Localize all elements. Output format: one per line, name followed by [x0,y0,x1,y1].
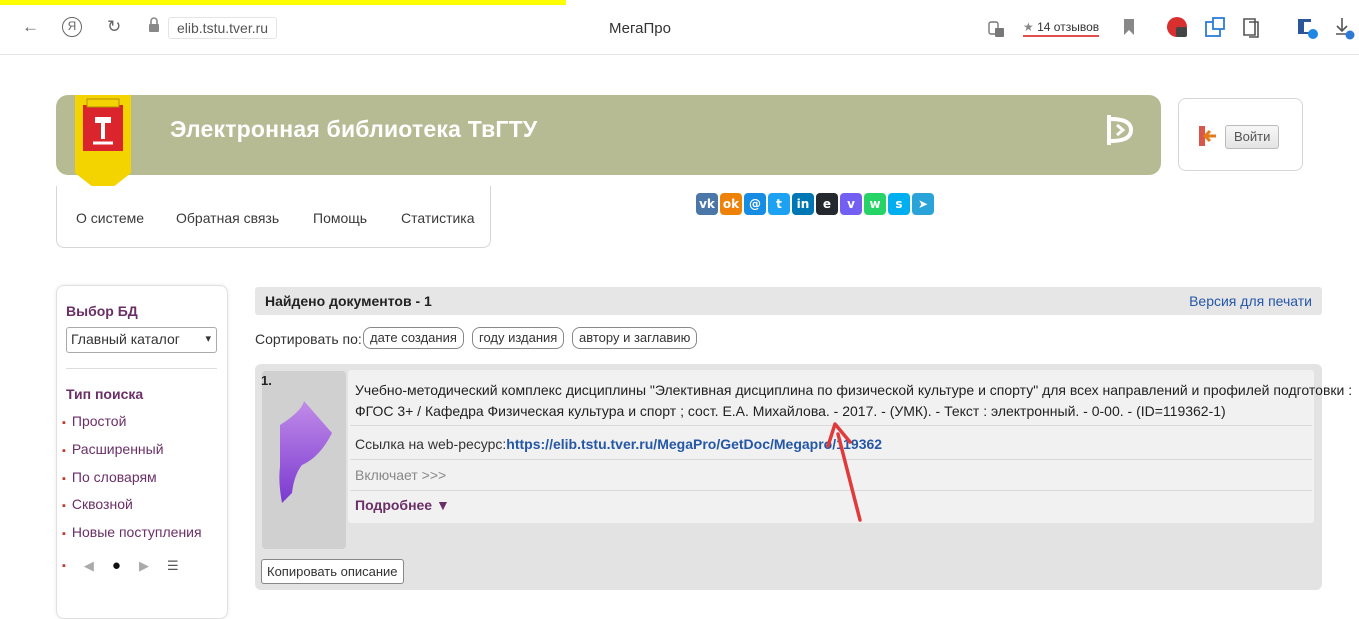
bullet-icon: ▪ [62,445,66,457]
search-type-advanced[interactable]: ▪ Расширенный [62,441,164,457]
reload-icon[interactable]: ↻ [107,17,121,37]
camera-permission-icon[interactable] [987,18,1005,43]
includes-toggle[interactable]: Включает >>> [355,467,446,483]
nav-feedback[interactable]: Обратная связь [176,210,279,226]
link-label: Ссылка на web-ресурс: [355,436,507,452]
document-arrow-icon [279,401,332,503]
search-type-label: По словарям [71,469,157,485]
nav-help[interactable]: Помощь [313,210,367,226]
extension-screenshot-icon[interactable] [1204,16,1226,43]
bullet-icon: ▪ [62,473,66,485]
search-type-label: Новые поступления [71,524,202,540]
site-title[interactable]: Электронная библиотека ТвГТУ [170,116,537,143]
print-version-link[interactable]: Версия для печати [1189,293,1312,309]
viber-icon[interactable]: v [840,193,862,215]
result-description-line2: ФГОС 3+ / Кафедра Физическая культура и … [355,403,1226,419]
more-details-toggle[interactable]: Подробнее ▼ [355,497,450,513]
bullet-icon: ▪ [62,528,66,540]
search-type-dictionaries[interactable]: ▪ По словарям [62,469,157,485]
sidebar-pager: ▪ ◀ ● ▶ ☰ [62,557,179,574]
browser-toolbar: ← Я ↻ elib.tstu.tver.ru МегаПро ★ 14 отз… [0,5,1359,55]
telegram-icon[interactable]: ➤ [912,193,934,215]
extension-adblock-icon[interactable] [1166,16,1188,43]
menu-icon[interactable]: ☰ [167,558,179,574]
search-type-simple[interactable]: ▪ Простой [62,413,126,429]
skype-icon[interactable]: s [888,193,910,215]
social-share-bar: vk ok @ t in e v w s ➤ [696,193,934,215]
annotation-arrow [826,422,862,522]
sort-by-author-button[interactable]: автору и заглавию [572,327,698,349]
reviews-link[interactable]: ★ 14 отзывов [1023,20,1100,37]
back-icon[interactable]: ← [22,17,39,37]
sort-by-year-button[interactable]: году издания [472,327,565,349]
extension-word-icon[interactable] [1296,16,1320,45]
sort-label: Сортировать по: [255,331,362,347]
megapro-logo-icon [1107,115,1134,145]
linkedin-icon[interactable]: in [792,193,814,215]
address-text: elib.tstu.tver.ru [177,20,269,36]
search-type-heading: Тип поиска [66,386,144,402]
result-number: 1. [261,373,272,388]
evernote-icon[interactable]: e [816,193,838,215]
result-description-line1: Учебно-методический комплекс дисциплины … [355,382,1353,398]
login-button[interactable]: Войти [1225,125,1280,149]
extension-reader-icon[interactable] [1241,16,1261,43]
db-heading: Выбор БД [66,303,138,319]
document-thumbnail[interactable] [262,371,346,549]
results-header: Найдено документов - 1 Версия для печати [255,287,1322,315]
odnoklassniki-icon[interactable]: ok [720,193,742,215]
prev-icon[interactable]: ◀ [84,558,94,574]
found-count: Найдено документов - 1 [265,293,432,309]
whatsapp-icon[interactable]: w [864,193,886,215]
search-type-crosscutting[interactable]: ▪ Сквозной [62,496,133,512]
nav-statistics[interactable]: Статистика [401,210,475,226]
bullet-icon: ▪ [62,559,66,572]
chevron-down-icon: ▾ [205,333,211,345]
vk-icon[interactable]: vk [696,193,718,215]
sort-by-date-button[interactable]: дате создания [363,327,464,349]
db-select[interactable]: Главный каталог ▾ [66,327,217,353]
downloads-icon[interactable] [1334,16,1356,45]
result-link-row: Ссылка на web-ресурс:https://elib.tstu.t… [355,436,882,452]
bookmark-icon[interactable] [1123,18,1135,41]
copy-description-button[interactable]: Копировать описание [261,559,404,584]
star-icon: ★ [1023,20,1034,34]
moimir-icon[interactable]: @ [744,193,766,215]
nav-about[interactable]: О системе [76,210,144,226]
current-dot-icon[interactable]: ● [112,557,121,574]
twitter-icon[interactable]: t [768,193,790,215]
bullet-icon: ▪ [62,417,66,429]
search-type-label: Простой [71,413,127,429]
db-select-value: Главный каталог [71,331,180,347]
sidebar-divider [66,368,217,369]
address-bar[interactable]: elib.tstu.tver.ru [168,17,278,39]
bullet-icon: ▪ [62,500,66,512]
reviews-text: 14 отзывов [1037,20,1100,34]
page-title: МегаПро [609,20,671,37]
next-icon[interactable]: ▶ [139,558,149,574]
search-type-label: Сквозной [71,496,133,512]
yandex-icon[interactable]: Я [62,17,82,37]
university-crest-logo[interactable] [75,95,131,195]
search-type-new-arrivals[interactable]: ▪ Новые поступления [62,524,202,540]
search-type-label: Расширенный [71,441,164,457]
login-icon[interactable] [1198,125,1218,147]
lock-icon [148,17,160,39]
